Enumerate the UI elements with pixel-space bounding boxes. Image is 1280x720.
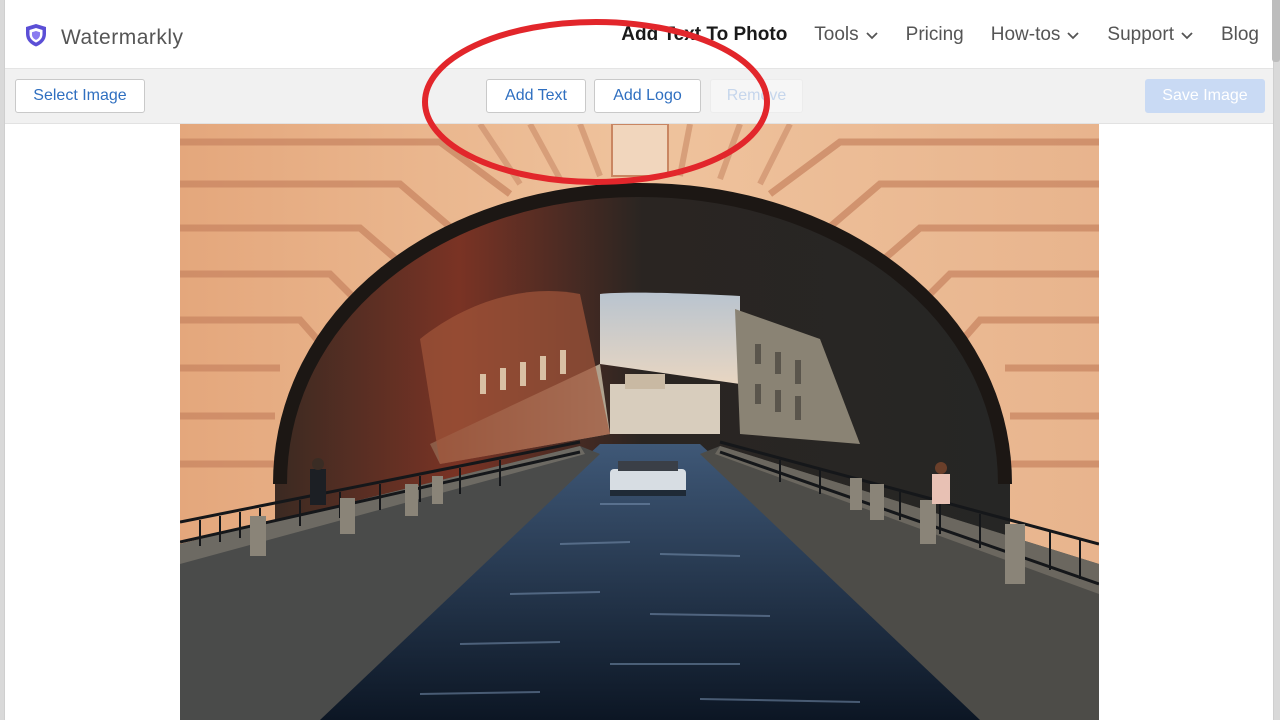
highlight-circle <box>422 19 770 185</box>
chevron-down-icon <box>1181 32 1193 40</box>
select-image-button[interactable]: Select Image <box>15 79 145 113</box>
nav-item-label: Support <box>1107 24 1174 45</box>
photo-canvas[interactable] <box>180 124 1099 720</box>
shield-logo-icon <box>23 22 49 53</box>
nav-item-label: How-tos <box>990 24 1061 45</box>
canal-bridge-photo <box>180 124 1099 720</box>
brand[interactable]: Watermarkly <box>23 22 184 53</box>
save-image-button[interactable]: Save Image <box>1145 79 1265 113</box>
nav-item-how-tos[interactable]: How-tos <box>991 24 1081 46</box>
nav-item-label: Blog <box>1220 24 1259 45</box>
chevron-down-icon <box>1067 32 1080 40</box>
nav-item-tools[interactable]: Tools <box>814 24 878 46</box>
chevron-down-icon <box>866 32 878 40</box>
nav-item-pricing[interactable]: Pricing <box>906 24 964 46</box>
nav-item-label: Tools <box>814 24 859 45</box>
app-window: Watermarkly Add Text To Photo Tools Pric… <box>4 0 1274 720</box>
brand-name: Watermarkly <box>61 25 184 49</box>
nav-item-support[interactable]: Support <box>1107 24 1194 46</box>
scrollbar-thumb[interactable] <box>1272 0 1280 62</box>
nav-item-label: Pricing <box>905 24 964 45</box>
nav-item-blog[interactable]: Blog <box>1221 24 1259 46</box>
